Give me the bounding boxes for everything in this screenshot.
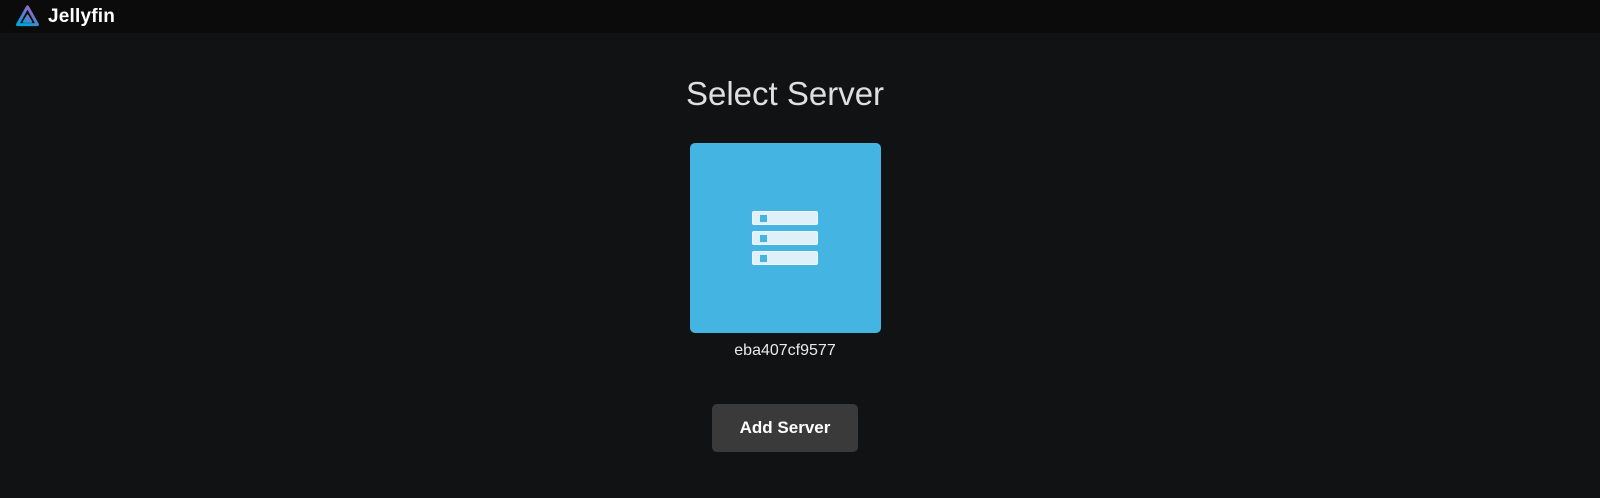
storage-icon-bar (752, 250, 818, 265)
storage-icon-led (760, 234, 767, 242)
jellyfin-logo: Jellyfin (14, 3, 115, 30)
storage-icon-bar (752, 210, 818, 225)
app-title: Jellyfin (48, 5, 116, 27)
server-tile (689, 142, 881, 333)
add-server-button[interactable]: Add Server (711, 403, 859, 452)
storage-icon-led (760, 214, 767, 222)
select-server-page: Select Server eba407cf9577 Add Server (0, 33, 1600, 452)
jellyfin-logo-icon (16, 5, 39, 27)
page-title: Select Server (685, 75, 885, 112)
app-header: Jellyfin (0, 0, 1600, 33)
server-list: eba407cf9577 (689, 112, 881, 360)
storage-icon-led (760, 254, 767, 262)
server-name: eba407cf9577 (734, 341, 836, 359)
storage-icon-bar (752, 230, 818, 245)
storage-icon (752, 210, 818, 265)
server-card[interactable]: eba407cf9577 (689, 142, 881, 360)
